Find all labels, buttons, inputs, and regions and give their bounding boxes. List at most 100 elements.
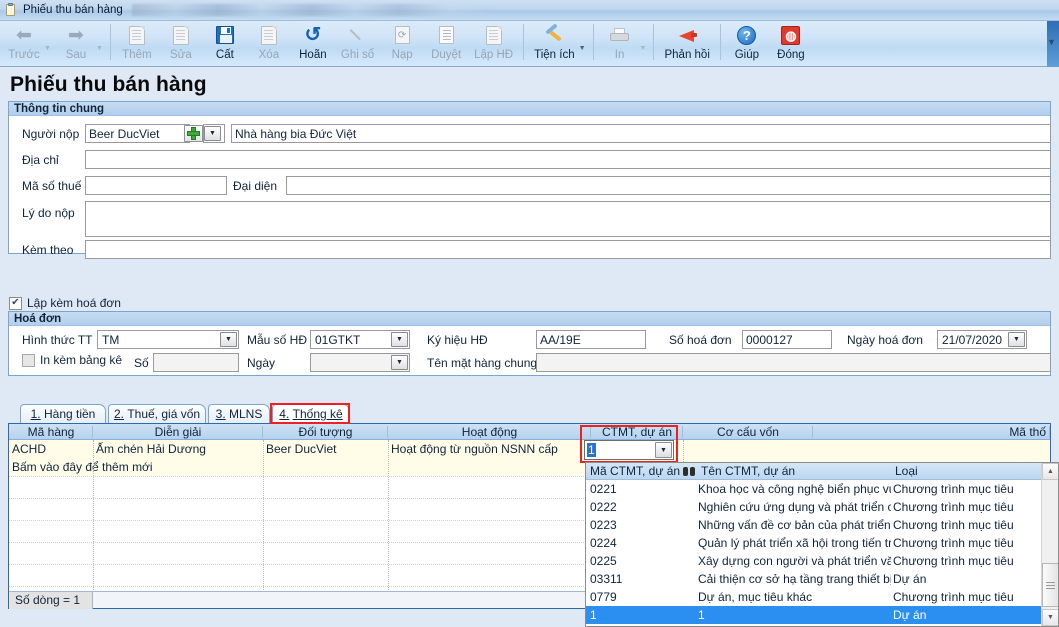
invoice-date-picker[interactable]: 21/07/2020 ▼ — [937, 330, 1027, 349]
grid-col-co-cau-von[interactable]: Cơ cấu vốn — [683, 424, 813, 440]
scroll-up-arrow-icon[interactable]: ▲ — [1042, 463, 1058, 480]
toolbar-button-cat[interactable]: Cất — [203, 21, 247, 65]
toolbar-button-phan-hoi[interactable]: Phản hồi — [658, 21, 715, 65]
attachment-input[interactable] — [85, 240, 1051, 259]
invoice-group-title: Hoá đơn — [9, 312, 1050, 326]
grid-col-hoat-dong[interactable]: Hoạt động — [388, 424, 591, 440]
list-item-selected[interactable]: 1 1 Dự án — [586, 606, 1044, 624]
chevron-down-icon[interactable]: ▼ — [391, 355, 408, 370]
dropdown-item-type: Chương trình mục tiêu — [893, 500, 1014, 514]
dropdown-item-code: 0221 — [590, 482, 617, 496]
invoice-symbol-label: Ký hiệu HĐ — [427, 333, 488, 347]
toolbar-button-ghi-so[interactable]: Ghi sổ — [335, 21, 380, 65]
form-no-select[interactable]: 01GTKT ▼ — [310, 330, 410, 349]
list-item[interactable]: 0224 Quản lý phát triển xã hội trong tiế… — [586, 534, 1041, 552]
dropdown-scrollbar[interactable]: ▲ ▼ — [1041, 463, 1058, 626]
dropdown-item-type: Chương trình mục tiêu — [893, 554, 1014, 568]
list-date-label: Ngày — [247, 356, 276, 370]
scroll-down-arrow-icon[interactable]: ▼ — [1042, 609, 1058, 626]
list-date-picker[interactable]: ▼ — [310, 353, 410, 372]
ctmt-cell-editor[interactable]: 1 ▼ — [584, 440, 674, 460]
create-with-invoice-checkbox-row[interactable]: ✔ Lập kèm hoá đơn — [9, 296, 121, 310]
chevron-down-icon[interactable]: ▼ — [391, 332, 408, 347]
chevron-down-icon[interactable]: ▼ — [655, 442, 672, 458]
payer-name-input[interactable]: Nhà hàng bia Đức Việt — [231, 124, 1051, 143]
form-no-value: 01GTKT — [315, 332, 361, 347]
toolbar-button-truoc[interactable]: ⬅ Trước — [2, 21, 46, 65]
ctmt-dropdown-popup[interactable]: Mã CTMT, dự án Tên CTMT, dự án Loại 0221… — [585, 462, 1059, 627]
window-title-blurred-suffix — [131, 4, 492, 16]
invoice-no-input[interactable]: 0000127 — [742, 330, 832, 349]
toolbar-label: Tiện ích — [534, 49, 575, 61]
pencil-icon — [349, 23, 366, 47]
toolbar-button-tien-ich[interactable]: Tiện ích — [528, 21, 580, 65]
tax-code-input[interactable] — [85, 176, 227, 195]
approve-list-icon — [438, 23, 454, 47]
scrollbar-thumb[interactable] — [1042, 563, 1058, 607]
dropdown-col-code[interactable]: Mã CTMT, dự án — [586, 463, 681, 480]
grid-col-dien-giai[interactable]: Diễn giải — [93, 424, 263, 440]
toolbar-button-xoa[interactable]: Xóa — [247, 21, 291, 65]
binoculars-icon[interactable] — [683, 467, 695, 476]
toolbar-button-in[interactable]: In — [598, 21, 642, 65]
invoice-symbol-input[interactable]: AA/19E — [536, 330, 646, 349]
chevron-down-icon[interactable]: ▼ — [204, 126, 221, 141]
create-with-invoice-checkbox[interactable]: ✔ — [9, 296, 22, 310]
create-invoice-icon — [485, 23, 502, 47]
dropdown-col-name[interactable]: Tên CTMT, dự án — [697, 463, 892, 480]
print-list-checkbox[interactable] — [22, 353, 35, 367]
cell-hoat-dong[interactable]: Hoạt động từ nguồn NSNN cấp — [388, 440, 591, 458]
list-no-input[interactable] — [153, 353, 239, 372]
chevron-down-icon[interactable]: ▼ — [220, 332, 237, 347]
payer-code-input[interactable]: Beer DucViet — [85, 124, 190, 143]
cell-ma-hang[interactable]: ACHD — [9, 440, 93, 458]
grid-col-doi-tuong[interactable]: Đối tượng — [263, 424, 388, 440]
list-item[interactable]: 0223 Những vấn đề cơ bản của phát triển … — [586, 516, 1041, 534]
tab-thong-ke[interactable]: 4. Thống kê — [272, 404, 350, 423]
address-input[interactable] — [85, 150, 1051, 169]
list-item[interactable]: 0222 Nghiên cứu ứng dụng và phát triển c… — [586, 498, 1041, 516]
toolbar-label: Lập HĐ — [474, 49, 514, 61]
grid-col-ma-tho[interactable]: Mã thố — [969, 424, 1050, 440]
list-item[interactable]: 0225 Xây dựng con người và phát triển vă… — [586, 552, 1041, 570]
add-payer-button[interactable] — [184, 125, 203, 142]
toolbar-button-them[interactable]: Thêm — [115, 21, 159, 65]
list-item[interactable]: 03311 Cải thiện cơ sở hạ tầng trang thiế… — [586, 570, 1041, 588]
cell-doi-tuong[interactable]: Beer DucViet — [263, 440, 388, 458]
dropdown-item-code: 1 — [590, 608, 597, 622]
payment-method-select[interactable]: TM ▼ — [97, 330, 239, 349]
invoice-no-label: Số hoá đơn — [669, 333, 732, 347]
list-item[interactable]: 0779 Dự án, mục tiêu khác Chương trình m… — [586, 588, 1041, 606]
undo-arrow-icon: ↺ — [304, 24, 322, 46]
grid-col-ctmt[interactable]: CTMT, dự án — [591, 424, 683, 440]
toolbar-button-lap-hd[interactable]: Lập HĐ — [468, 21, 519, 65]
dropdown-item-type: Chương trình mục tiêu — [893, 536, 1014, 550]
cell-dien-giai[interactable]: Ấm chén Hải Dương — [93, 440, 263, 458]
toolbar-label: Ghi sổ — [340, 49, 375, 61]
tab-mlns[interactable]: 3. MLNS — [208, 404, 270, 423]
save-floppy-icon — [215, 23, 234, 47]
common-goods-input[interactable] — [536, 353, 1051, 372]
dropdown-col-type[interactable]: Loại — [891, 463, 1041, 480]
tab-thue-gia-von[interactable]: 2. Thuế, giá vốn — [108, 404, 206, 423]
toolbar-button-nap[interactable]: ⟳ Nạp — [380, 21, 424, 65]
toolbar-overflow-button[interactable]: ▼ — [1046, 36, 1057, 47]
toolbar-button-dong[interactable]: ◍ Đóng — [769, 21, 813, 65]
toolbar-label: Xóa — [258, 49, 280, 61]
toolbar-button-sua[interactable]: Sửa — [159, 21, 203, 65]
print-list-checkbox-row[interactable]: In kèm bảng kê — [22, 353, 122, 367]
tab-hang-tien[interactable]: 1. Hàng tiền — [20, 404, 106, 423]
grid-col-ma-hang[interactable]: Mã hàng — [9, 424, 93, 440]
tab-label: Thống kê — [292, 407, 343, 421]
list-item[interactable]: 0221 Khoa học và công nghệ biển phục vụ.… — [586, 480, 1041, 498]
toolbar-button-hoan[interactable]: ↺ Hoãn — [291, 21, 335, 65]
toolbar-button-giup[interactable]: ? Giúp — [725, 21, 769, 65]
chevron-down-icon[interactable]: ▼ — [1008, 332, 1025, 347]
reason-input[interactable] — [85, 201, 1051, 237]
toolbar-separator — [523, 24, 525, 60]
payer-dropdown-button[interactable]: ▼ — [203, 124, 225, 143]
representative-input[interactable] — [286, 176, 1051, 195]
toolbar-button-sau[interactable]: ➡ Sau — [54, 21, 98, 65]
table-row[interactable]: ACHD Ấm chén Hải Dương Beer DucViet Hoạt… — [9, 440, 1050, 458]
toolbar-button-duyet[interactable]: Duyệt — [424, 21, 468, 65]
